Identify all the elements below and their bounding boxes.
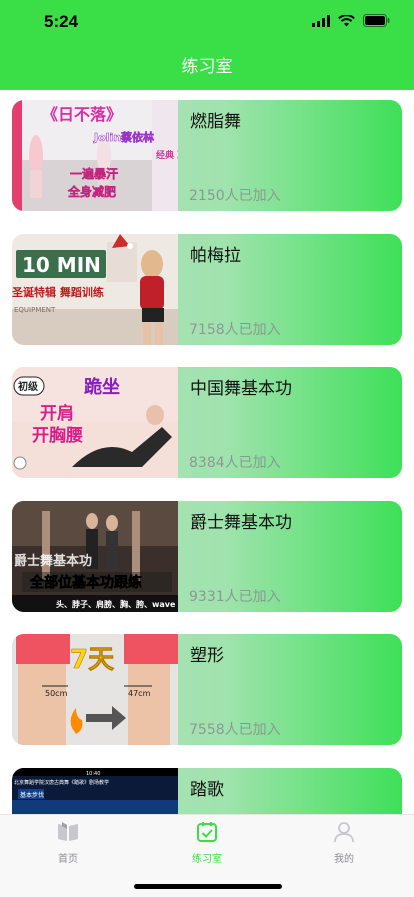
- tab-mine[interactable]: 我的: [284, 821, 404, 865]
- tab-practice[interactable]: 练习室: [147, 821, 267, 865]
- battery-icon: [363, 14, 390, 27]
- course-card-body-shaping[interactable]: 7天 50cm 47cm 塑形 7558人已加入: [12, 634, 402, 745]
- status-time: 5:24: [44, 12, 79, 31]
- thumb-text-tag2: 全身减肥: [67, 184, 116, 199]
- home-book-icon: [58, 822, 78, 841]
- status-bar: 5:24: [0, 0, 414, 44]
- tab-bar: 首页 练习室 我的: [0, 814, 414, 897]
- course-card-pamela[interactable]: 10 MIN EQUIPMENT 圣诞特辑 舞蹈训练 帕梅拉 7158人已加入: [12, 234, 402, 345]
- thumb-text-main: 爵士舞基本功: [14, 553, 92, 569]
- person-icon: [334, 822, 354, 843]
- course-joined-count: 2150人已加入: [189, 188, 281, 204]
- course-joined-count: 7558人已加入: [189, 722, 281, 738]
- practice-check-icon: [197, 822, 217, 842]
- course-joined-count: 7158人已加入: [189, 322, 281, 338]
- thumb-text-caption: 北京舞蹈学院汉唐古典舞《踏歌》剧场教学: [14, 779, 109, 786]
- course-thumbnail: 爵士舞基本功 全部位基本功跟练 头、脖子、肩膀、胸、胯、wave: [12, 501, 178, 612]
- thumb-text-main: 《日不落》: [42, 105, 122, 124]
- course-title: 燃脂舞: [190, 112, 241, 132]
- tab-label: 我的: [334, 854, 354, 865]
- thumb-text-line1: 开肩: [40, 403, 74, 424]
- thumb-text-sub: Jolin蔡依林: [93, 130, 154, 144]
- course-card-chinese-dance[interactable]: 初级 跪坐 开肩 开胸腰 中国舞基本功 8384人已加入: [12, 367, 402, 478]
- nav-bar: 练习室: [0, 44, 414, 90]
- status-icons: [312, 14, 390, 27]
- course-joined-count: 9331人已加入: [189, 589, 281, 605]
- home-indicator[interactable]: [134, 884, 282, 889]
- course-card-fat-burn[interactable]: 《日不落》 Jolin蔡依林 一遍暴汗 全身减肥 经典 减肥 燃脂舞 2150人…: [12, 100, 402, 211]
- thumb-text-main: 10 MIN: [22, 253, 101, 277]
- course-title: 中国舞基本功: [190, 379, 292, 399]
- thumb-text-line2: 开胸腰: [32, 425, 83, 446]
- course-thumbnail: 初级 跪坐 开肩 开胸腰: [12, 367, 178, 478]
- thumb-text-line2: 头、脖子、肩膀、胸、胯、wave: [56, 599, 176, 609]
- thumb-text-sub: 圣诞特辑 舞蹈训练: [12, 285, 104, 299]
- course-thumbnail: 10 MIN EQUIPMENT 圣诞特辑 舞蹈训练: [12, 234, 178, 345]
- course-thumbnail: 10:40 北京舞蹈学院汉唐古典舞《踏歌》剧场教学 基本步伐: [12, 768, 178, 814]
- course-list[interactable]: 《日不落》 Jolin蔡依林 一遍暴汗 全身减肥 经典 减肥 燃脂舞 2150人…: [0, 90, 414, 814]
- thumb-text-top: 10:40: [86, 771, 100, 777]
- wifi-icon: [338, 14, 355, 26]
- tab-label: 练习室: [192, 854, 222, 865]
- course-card-jazz-dance[interactable]: 爵士舞基本功 全部位基本功跟练 头、脖子、肩膀、胸、胯、wave 爵士舞基本功 …: [12, 501, 402, 612]
- thumb-text-left: 50cm: [45, 689, 68, 698]
- course-title: 爵士舞基本功: [190, 513, 292, 533]
- thumb-text-right: 47cm: [128, 689, 151, 698]
- signal-icon: [312, 14, 330, 27]
- thumb-text-side: 经典 减肥: [156, 149, 178, 161]
- course-thumbnail: 7天 50cm 47cm: [12, 634, 178, 745]
- thumb-text-badge: 初级: [18, 380, 39, 393]
- thumb-text-tag1: 一遍暴汗: [70, 166, 118, 181]
- thumb-text-small: EQUIPMENT: [14, 306, 56, 314]
- page-title: 练习室: [181, 57, 233, 77]
- thumb-text-main: 7天: [70, 645, 114, 675]
- thumb-text-label: 基本步伐: [20, 791, 44, 799]
- thumb-text-main: 跪坐: [84, 376, 120, 398]
- tab-home[interactable]: 首页: [8, 821, 128, 865]
- course-title: 塑形: [190, 646, 224, 666]
- course-title: 踏歌: [190, 780, 224, 800]
- tab-label: 首页: [58, 854, 78, 865]
- course-title: 帕梅拉: [190, 246, 241, 266]
- course-joined-count: 8384人已加入: [189, 455, 281, 471]
- course-thumbnail: 《日不落》 Jolin蔡依林 一遍暴汗 全身减肥 经典 减肥: [12, 100, 178, 211]
- thumb-text-line1: 全部位基本功跟练: [29, 574, 142, 591]
- course-card-tage[interactable]: 10:40 北京舞蹈学院汉唐古典舞《踏歌》剧场教学 基本步伐 踏歌: [12, 768, 402, 814]
